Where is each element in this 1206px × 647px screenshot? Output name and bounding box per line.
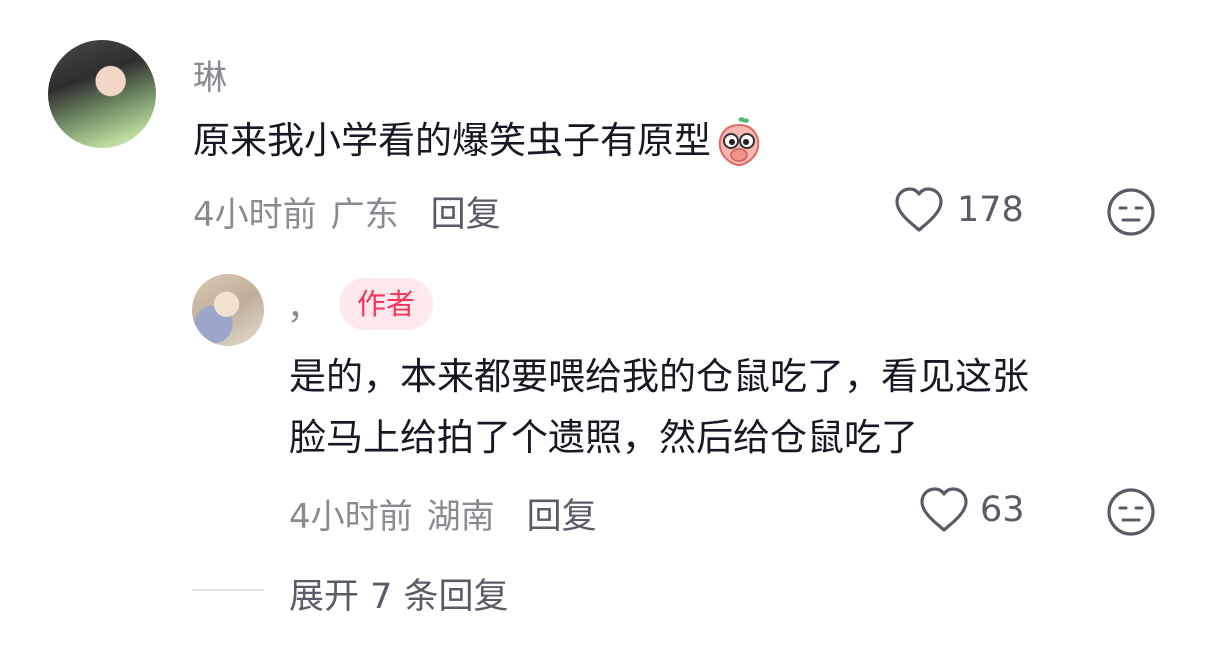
replier-username[interactable]: ，: [287, 280, 321, 329]
heart-icon[interactable]: [918, 486, 970, 534]
reply-text-line-2: 脸马上给拍了个遗照，然后给仓鼠吃了: [289, 416, 918, 459]
comment-meta: 4小时前 广东 回复: [193, 186, 501, 237]
reply-like[interactable]: 63: [918, 486, 1025, 534]
reply-body: 是的，本来都要喂给我的仓鼠吃了，看见这张 脸马上给拍了个遗照，然后给仓鼠吃了: [289, 346, 1159, 468]
comment-like-count: 178: [957, 190, 1024, 230]
reply-text-line-1: 是的，本来都要喂给我的仓鼠吃了，看见这张: [289, 355, 1029, 398]
commenter-username[interactable]: 琳: [193, 50, 227, 99]
reply-header: ， 作者: [287, 278, 434, 330]
reply-meta: 4小时前 湖南 回复: [289, 488, 597, 539]
dislike-face-icon[interactable]: [1105, 486, 1157, 538]
author-badge: 作者: [339, 278, 434, 330]
comment-like[interactable]: 178: [893, 186, 1024, 234]
comment-text: 原来我小学看的爆笑虫子有原型: [193, 119, 711, 162]
reply-like-count: 63: [980, 490, 1025, 530]
expand-replies-button[interactable]: 展开 7 条回复: [289, 568, 509, 619]
expand-divider: [192, 589, 264, 591]
replier-avatar[interactable]: [192, 274, 264, 346]
comment-location: 广东: [330, 195, 399, 235]
reply-location: 湖南: [426, 497, 495, 537]
reply-time: 4小时前: [289, 497, 413, 537]
reply-reply-button[interactable]: 回复: [527, 488, 597, 539]
heart-icon[interactable]: [893, 186, 945, 234]
comment-body: 原来我小学看的爆笑虫子有原型: [193, 110, 765, 171]
commenter-avatar[interactable]: [48, 40, 156, 148]
comment-reply-button[interactable]: 回复: [431, 186, 501, 237]
comment-time: 4小时前: [193, 195, 317, 235]
peach-emoji-icon: [713, 115, 765, 167]
dislike-face-icon[interactable]: [1105, 186, 1157, 238]
